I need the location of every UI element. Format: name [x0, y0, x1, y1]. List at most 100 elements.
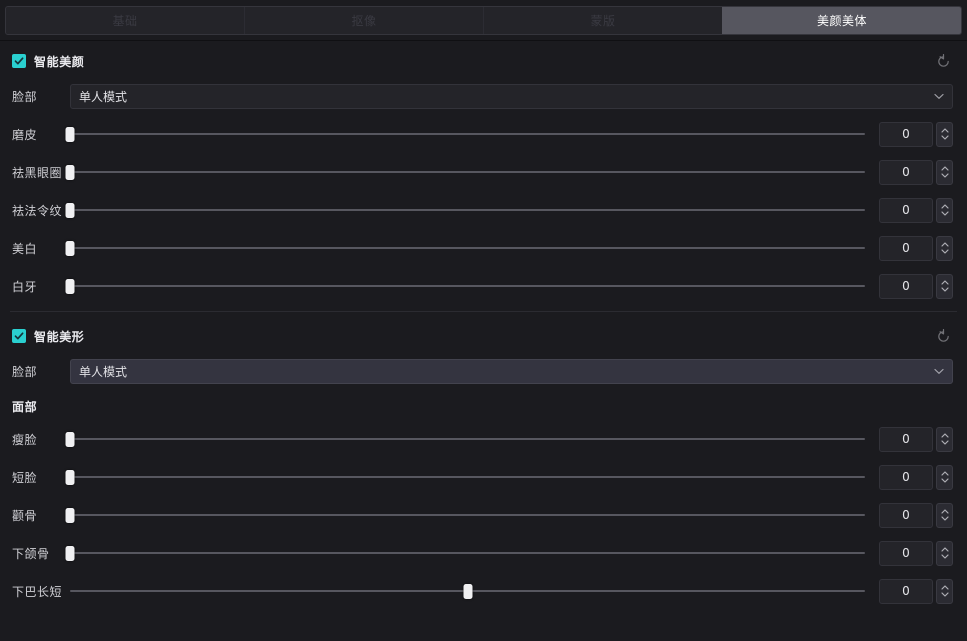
face-mode-label-beauty: 脸部: [12, 89, 38, 104]
stepper-slim-face[interactable]: [936, 426, 953, 452]
slider-knob[interactable]: [65, 202, 75, 218]
face-mode-value-beauty: 单人模式: [79, 89, 128, 104]
slider-track: [70, 285, 865, 287]
slider-label-slim-face: 瘦脸: [12, 432, 38, 447]
value-input-short-face[interactable]: 0: [879, 464, 933, 490]
value-input-teeth-whitening[interactable]: 0: [879, 273, 933, 299]
stepper-jawbone[interactable]: [936, 540, 953, 566]
slider-knob[interactable]: [65, 431, 75, 447]
stepper-cheekbone[interactable]: [936, 502, 953, 528]
smart-beauty-checkbox[interactable]: [12, 54, 26, 68]
numbox-cheekbone: 0: [879, 502, 953, 528]
stepper-smooth-skin[interactable]: [936, 121, 953, 147]
stepper-short-face[interactable]: [936, 464, 953, 490]
face-mode-label-reshape: 脸部: [12, 364, 38, 379]
slider-jawbone[interactable]: [65, 534, 865, 572]
slider-knob[interactable]: [65, 469, 75, 485]
slider-row-whitening: 美白 0: [0, 229, 967, 267]
slider-row-short-face: 短脸 0: [0, 458, 967, 496]
smart-reshape-checkbox[interactable]: [12, 329, 26, 343]
value-input-jawbone[interactable]: 0: [879, 540, 933, 566]
face-mode-select-reshape[interactable]: 单人模式: [70, 358, 953, 384]
stepper-teeth-whitening[interactable]: [936, 273, 953, 299]
slider-cheekbone[interactable]: [65, 496, 865, 534]
smart-beauty-title: 智能美颜: [34, 54, 85, 69]
slider-chin-length[interactable]: [70, 572, 865, 610]
numbox-teeth-whitening: 0: [879, 273, 953, 299]
numbox-slim-face: 0: [879, 426, 953, 452]
value-input-dark-circles[interactable]: 0: [879, 159, 933, 185]
value-input-chin-length[interactable]: 0: [879, 578, 933, 604]
numbox-dark-circles: 0: [879, 159, 953, 185]
slider-knob[interactable]: [65, 545, 75, 561]
tab-strip: 基础 抠像 蒙版 美颜美体: [5, 5, 962, 35]
slider-knob[interactable]: [65, 164, 75, 180]
slider-dark-circles[interactable]: [65, 153, 865, 191]
section-header-smart-reshape: 智能美形: [0, 320, 967, 352]
reset-smart-beauty-button[interactable]: [933, 51, 953, 71]
slider-smooth-skin[interactable]: [65, 115, 865, 153]
tab-beauty-body[interactable]: 美颜美体: [722, 6, 961, 34]
chevron-down-icon: [934, 368, 944, 375]
stepper-whitening[interactable]: [936, 235, 953, 261]
slider-short-face[interactable]: [65, 458, 865, 496]
stepper-dark-circles[interactable]: [936, 159, 953, 185]
face-mode-row-beauty: 脸部 单人模式: [0, 77, 967, 115]
chevron-down-icon: [934, 93, 944, 100]
face-mode-row-reshape: 脸部 单人模式: [0, 352, 967, 390]
slider-knob[interactable]: [65, 278, 75, 294]
slider-whitening[interactable]: [65, 229, 865, 267]
face-mode-value-reshape: 单人模式: [79, 364, 128, 379]
numbox-jawbone: 0: [879, 540, 953, 566]
stepper-nasolabial-folds[interactable]: [936, 197, 953, 223]
slider-knob[interactable]: [65, 126, 75, 142]
numbox-nasolabial-folds: 0: [879, 197, 953, 223]
subsection-heading-facial: 面部: [12, 399, 38, 414]
slider-knob[interactable]: [65, 507, 75, 523]
numbox-chin-length: 0: [879, 578, 953, 604]
slider-label-whitening: 美白: [12, 241, 38, 256]
slider-label-cheekbone: 颧骨: [12, 508, 38, 523]
slider-row-nasolabial-folds: 祛法令纹 0: [0, 191, 967, 229]
slider-label-short-face: 短脸: [12, 470, 38, 485]
slider-row-teeth-whitening: 白牙 0: [0, 267, 967, 305]
value-input-nasolabial-folds[interactable]: 0: [879, 197, 933, 223]
face-mode-select-beauty[interactable]: 单人模式: [70, 83, 953, 109]
slider-row-cheekbone: 颧骨 0: [0, 496, 967, 534]
slider-track: [70, 209, 865, 211]
slider-track: [70, 514, 865, 516]
slider-row-smooth-skin: 磨皮 0: [0, 115, 967, 153]
slider-label-smooth-skin: 磨皮: [12, 127, 38, 142]
tab-chroma-key[interactable]: 抠像: [244, 6, 483, 34]
tab-mask[interactable]: 蒙版: [483, 6, 722, 34]
smart-reshape-title: 智能美形: [34, 329, 85, 344]
value-input-smooth-skin[interactable]: 0: [879, 121, 933, 147]
slider-row-chin-length: 下巴长短 0: [0, 572, 967, 610]
slider-label-teeth-whitening: 白牙: [12, 279, 38, 294]
slider-label-nasolabial-folds: 祛法令纹: [12, 203, 63, 218]
slider-track: [70, 438, 865, 440]
slider-row-slim-face: 瘦脸 0: [0, 420, 967, 458]
reset-smart-reshape-button[interactable]: [933, 326, 953, 346]
slider-teeth-whitening[interactable]: [65, 267, 865, 305]
slider-track: [70, 133, 865, 135]
section-header-smart-beauty: 智能美颜: [0, 45, 967, 77]
tab-basic[interactable]: 基础: [6, 6, 244, 34]
slider-knob[interactable]: [463, 583, 472, 599]
slider-track: [70, 476, 865, 478]
slider-nasolabial-folds[interactable]: [65, 191, 865, 229]
slider-slim-face[interactable]: [65, 420, 865, 458]
slider-row-jawbone: 下颌骨 0: [0, 534, 967, 572]
slider-knob[interactable]: [65, 240, 75, 256]
settings-panel: 智能美颜 脸部 单人模式 磨皮 0 祛黑眼圈 0 祛法令纹 0 美白 0 白牙 …: [0, 41, 967, 641]
stepper-chin-length[interactable]: [936, 578, 953, 604]
numbox-short-face: 0: [879, 464, 953, 490]
slider-row-dark-circles: 祛黑眼圈 0: [0, 153, 967, 191]
value-input-whitening[interactable]: 0: [879, 235, 933, 261]
tab-bar: 基础 抠像 蒙版 美颜美体: [0, 0, 967, 41]
slider-label-dark-circles: 祛黑眼圈: [12, 165, 63, 180]
value-input-slim-face[interactable]: 0: [879, 426, 933, 452]
value-input-cheekbone[interactable]: 0: [879, 502, 933, 528]
section-divider: [10, 311, 957, 312]
slider-label-chin-length: 下巴长短: [12, 584, 63, 599]
